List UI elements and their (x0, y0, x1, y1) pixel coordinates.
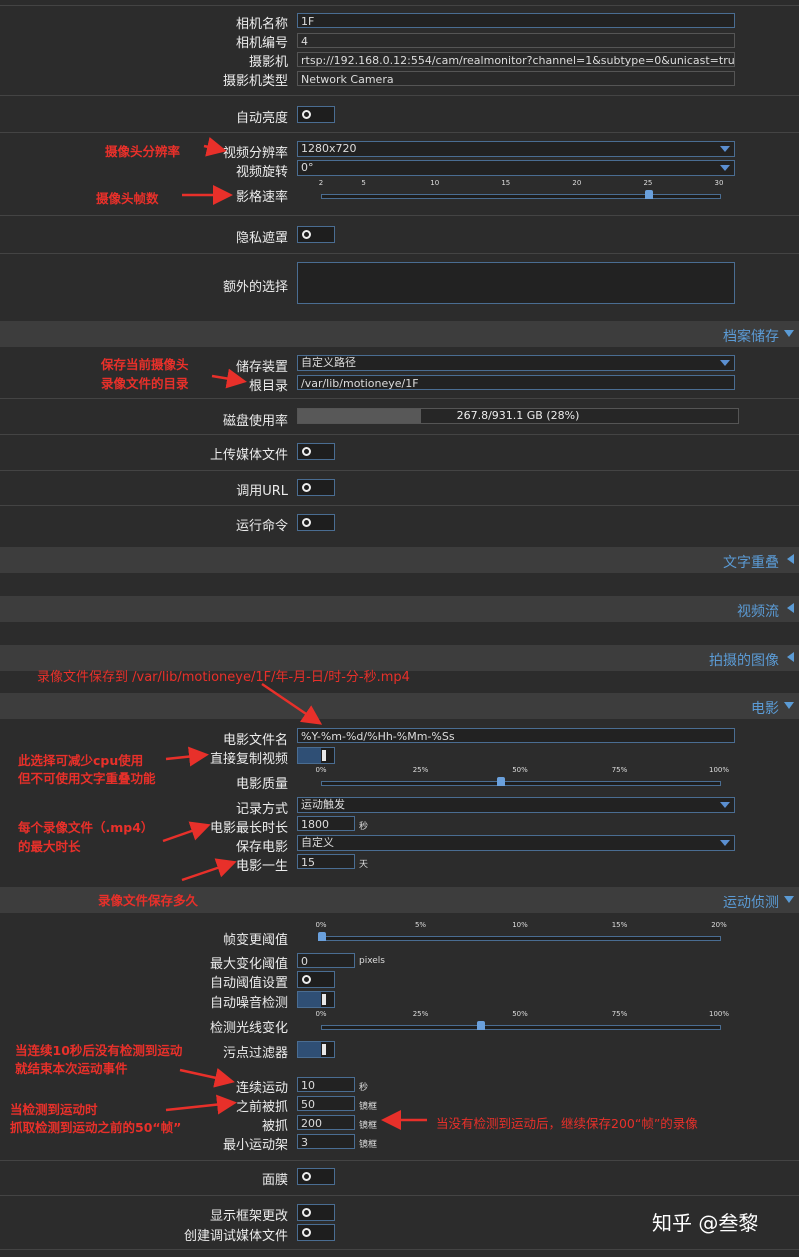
arrow-max-length (162, 821, 211, 843)
arrow-event-gap (179, 1068, 235, 1088)
arrow-resolution (203, 136, 227, 157)
arrow-lifetime (181, 858, 237, 882)
arrow-movie-filename (261, 682, 323, 725)
arrow-passthrough (165, 746, 209, 767)
arrow-pre-capture (165, 1094, 237, 1115)
watermark: 知乎 @叁黎 (652, 1211, 759, 1235)
arrow-root-directory (211, 368, 247, 389)
annotation-arrows (162, 136, 427, 1130)
